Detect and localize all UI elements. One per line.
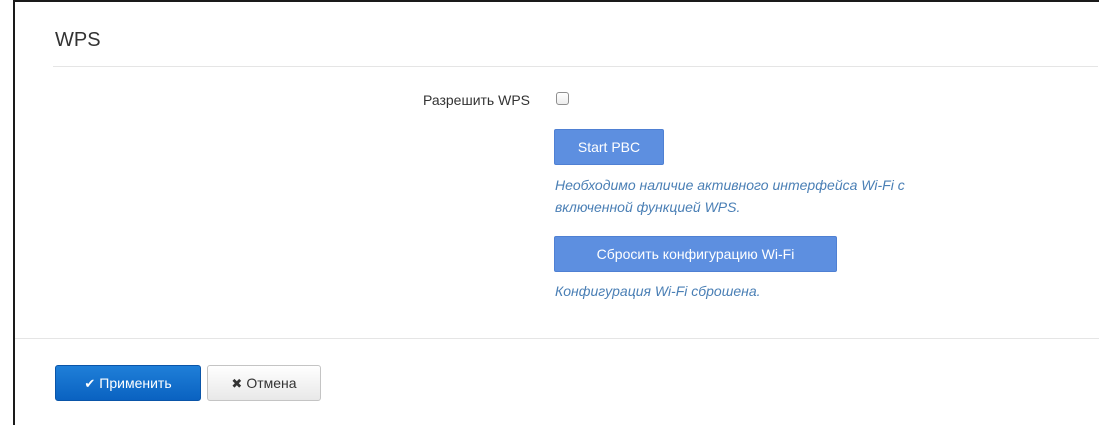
wps-enable-label: Разрешить WPS — [422, 92, 530, 108]
settings-panel: WPS Разрешить WPS Start PBC Необходимо н… — [13, 0, 1099, 425]
reset-status-text: Конфигурация Wi-Fi сброшена. — [555, 283, 761, 299]
pbc-help-text-line2: включенной функцией WPS. — [555, 199, 741, 215]
pbc-help-text-line1: Необходимо наличие активного интерфейса … — [555, 177, 905, 193]
reset-wifi-config-button[interactable]: Сбросить конфигурацию Wi-Fi — [554, 236, 837, 272]
apply-button[interactable]: ✔ Применить — [55, 365, 201, 401]
check-icon: ✔ — [84, 376, 96, 391]
cancel-button[interactable]: ✖ Отмена — [207, 365, 321, 401]
start-pbc-button[interactable]: Start PBC — [554, 129, 664, 165]
footer-divider — [15, 338, 1099, 339]
apply-button-label: Применить — [99, 375, 172, 391]
title-divider — [53, 66, 1098, 67]
wps-enable-checkbox[interactable] — [556, 92, 569, 105]
section-title: WPS — [55, 29, 101, 51]
cancel-button-label: Отмена — [246, 375, 297, 391]
times-icon: ✖ — [231, 376, 243, 391]
